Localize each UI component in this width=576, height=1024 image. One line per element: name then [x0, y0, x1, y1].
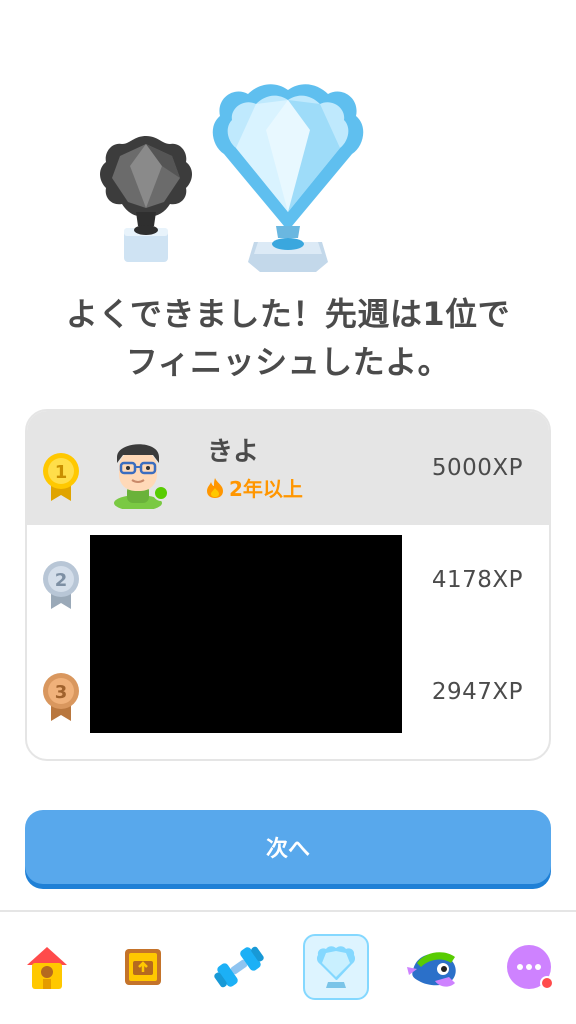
- headline-line-2: フィニッシュしたよ。: [125, 343, 451, 381]
- avatar: [114, 444, 169, 509]
- xp-value: 2947XP: [431, 679, 523, 705]
- tab-home[interactable]: [14, 934, 80, 1000]
- tab-practice[interactable]: [206, 934, 272, 1000]
- medal-rank: 1: [55, 462, 68, 483]
- bottom-nav: [0, 910, 576, 1024]
- leaderboard: 1 きよ 2年以上 5000XP 2 4178XP 3 2947XP: [25, 409, 551, 761]
- next-button[interactable]: 次へ: [25, 810, 551, 884]
- tab-quests[interactable]: [110, 934, 176, 1000]
- dumbbell-icon: [214, 946, 264, 988]
- result-headline: よくできました！先週は1位で フィニッシュしたよ。: [20, 290, 556, 386]
- silver-medal-icon: 2: [43, 561, 79, 609]
- tab-more[interactable]: [496, 934, 562, 1000]
- medal-rank: 3: [55, 682, 68, 703]
- home-icon: [27, 947, 67, 989]
- trophy-illustration: [0, 0, 576, 290]
- headline-line-1: よくできました！先週は1位で: [65, 295, 511, 333]
- gold-medal-icon: 1: [43, 453, 79, 501]
- streak-badge: 2年以上: [205, 473, 303, 502]
- mascot-icon: [407, 952, 456, 987]
- user-name: きよ: [207, 437, 260, 467]
- tab-leaderboard[interactable]: [303, 934, 369, 1000]
- treasure-chest-icon: [125, 949, 161, 985]
- medal-rank: 2: [55, 570, 68, 591]
- fire-icon: [207, 477, 223, 498]
- bronze-medal-icon: 3: [43, 673, 79, 721]
- xp-value: 4178XP: [431, 567, 523, 593]
- xp-value: 5000XP: [431, 455, 523, 481]
- redacted-area: [90, 535, 402, 733]
- more-icon: [507, 945, 554, 990]
- obsidian-trophy-icon: [100, 136, 192, 262]
- streak-text: 2年以上: [229, 477, 303, 501]
- trophy-icon: [316, 946, 356, 988]
- diamond-trophy-icon: [212, 84, 364, 272]
- tab-characters[interactable]: [400, 934, 466, 1000]
- leaderboard-row[interactable]: 1 きよ 2年以上 5000XP: [27, 411, 549, 525]
